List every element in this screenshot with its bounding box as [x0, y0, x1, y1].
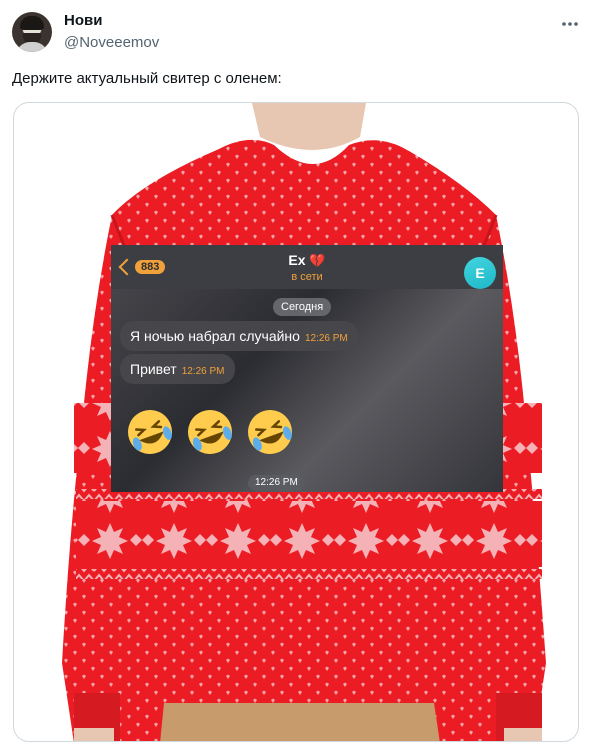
chat-contact-name: Ex 💔 — [111, 252, 503, 269]
message-bubble: Я ночью набрал случайно 12:26 PM — [120, 321, 358, 351]
author-avatar[interactable] — [12, 12, 52, 52]
contact-name-text: Ex — [288, 252, 306, 268]
tweet-text: Держите актуальный свитер с оленем: — [12, 70, 282, 87]
tweet-media-image[interactable]: 883 Ex 💔 в сети E Сегодня Я ночью набрал… — [13, 102, 579, 742]
more-options-button[interactable] — [556, 10, 584, 38]
message-time: 12:26 PM — [304, 333, 348, 344]
author-handle[interactable]: @Noveeemov — [64, 34, 159, 51]
date-separator: Сегодня — [273, 298, 332, 316]
avatar-hair — [20, 16, 44, 30]
rolling-laughing-emoji-icon — [248, 410, 292, 454]
rolling-laughing-emoji-icon — [188, 410, 232, 454]
author-display-name[interactable]: Нови — [64, 12, 102, 29]
emoji-message — [123, 405, 297, 459]
chat-contact-avatar: E — [464, 257, 496, 289]
message-text: Я ночью набрал случайно — [130, 328, 300, 344]
emoji-message-time: 12:26 PM — [248, 475, 305, 491]
chat-screenshot: 883 Ex 💔 в сети E Сегодня Я ночью набрал… — [111, 245, 503, 492]
message-bubble: Привет 12:26 PM — [120, 354, 235, 384]
chat-status: в сети — [291, 271, 323, 283]
chat-header: 883 Ex 💔 в сети E — [111, 245, 503, 289]
message-text: Привет — [130, 361, 177, 377]
rolling-laughing-emoji-icon — [128, 410, 172, 454]
more-horizontal-icon — [562, 22, 578, 26]
broken-heart-icon: 💔 — [309, 253, 326, 268]
message-time: 12:26 PM — [181, 366, 225, 377]
avatar-body — [16, 42, 48, 52]
